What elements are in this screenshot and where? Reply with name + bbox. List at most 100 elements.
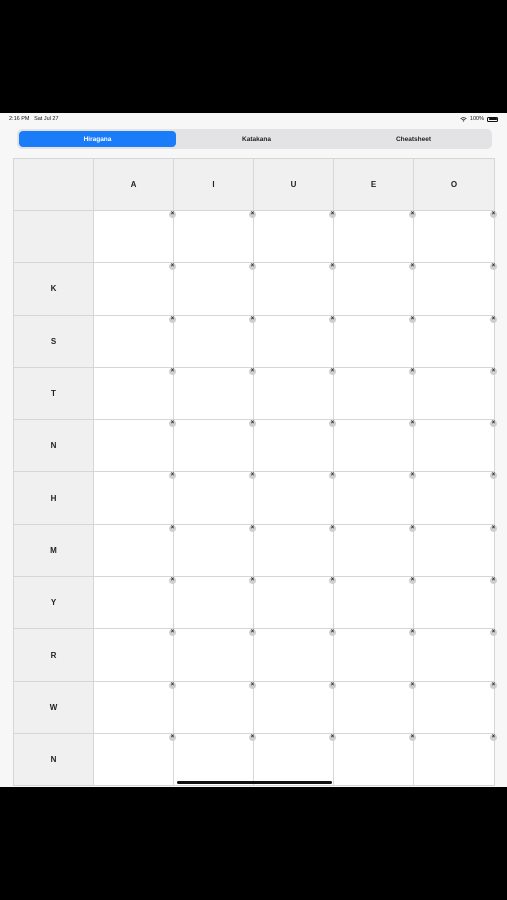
row-label: R	[14, 629, 94, 682]
kana-input-cell[interactable]: ×	[94, 420, 176, 473]
tab-hiragana[interactable]: Hiragana	[19, 131, 176, 147]
clear-icon[interactable]: ×	[490, 367, 497, 375]
kana-input-cell[interactable]: ×	[334, 733, 416, 787]
kana-input-cell[interactable]: ×	[254, 263, 336, 316]
kana-input-cell[interactable]: ×	[254, 315, 336, 368]
kana-input-cell[interactable]: ×	[334, 315, 416, 368]
kana-input-cell[interactable]: ×	[334, 681, 416, 734]
clear-icon[interactable]: ×	[249, 681, 256, 689]
kana-input-cell[interactable]: ×	[94, 263, 176, 316]
kana-input-cell[interactable]: ×	[334, 629, 416, 682]
kana-input-cell[interactable]: ×	[94, 524, 176, 578]
clear-icon[interactable]: ×	[409, 524, 416, 532]
kana-input-cell[interactable]: ×	[94, 211, 176, 264]
tab-katakana[interactable]: Katakana	[178, 129, 335, 149]
kana-input-cell[interactable]: ×	[254, 577, 336, 630]
kana-input-cell[interactable]: ×	[254, 733, 336, 787]
clear-icon[interactable]: ×	[490, 420, 497, 428]
clear-icon[interactable]: ×	[409, 367, 416, 375]
clear-icon[interactable]: ×	[490, 472, 497, 480]
clear-icon[interactable]: ×	[329, 367, 336, 375]
kana-input-cell[interactable]: ×	[254, 472, 336, 525]
kana-input-cell[interactable]: ×	[94, 315, 176, 368]
clear-icon[interactable]: ×	[329, 524, 336, 532]
kana-input-cell[interactable]: ×	[94, 367, 176, 421]
kana-input-cell[interactable]: ×	[94, 577, 176, 630]
clear-icon[interactable]: ×	[169, 367, 176, 375]
clear-icon[interactable]: ×	[409, 681, 416, 689]
kana-input-cell[interactable]: ×	[174, 315, 256, 368]
clear-icon[interactable]: ×	[409, 315, 416, 323]
kana-input-cell[interactable]: ×	[254, 367, 336, 421]
kana-input-cell[interactable]: ×	[254, 681, 336, 734]
kana-input-cell[interactable]: ×	[174, 524, 256, 578]
clear-icon[interactable]: ×	[409, 211, 416, 218]
clear-icon[interactable]: ×	[249, 367, 256, 375]
clear-icon[interactable]: ×	[490, 577, 497, 585]
kana-input-cell[interactable]: ×	[174, 211, 256, 264]
clear-icon[interactable]: ×	[249, 733, 256, 741]
header-row: AIUEO	[14, 159, 495, 211]
kana-input-cell[interactable]: ×	[94, 472, 176, 525]
kana-input-cell[interactable]: ×	[334, 263, 416, 316]
kana-input-cell[interactable]: ×	[94, 733, 176, 787]
clear-icon[interactable]: ×	[329, 211, 336, 218]
clear-icon[interactable]: ×	[249, 315, 256, 323]
kana-input-cell[interactable]: ×	[414, 524, 497, 578]
kana-input-cell[interactable]: ×	[414, 629, 497, 682]
table-row: K × × × × ×	[14, 263, 497, 316]
kana-input-cell[interactable]: ×	[254, 211, 336, 264]
clear-icon[interactable]: ×	[169, 211, 176, 218]
kana-input-cell[interactable]: ×	[414, 263, 497, 316]
kana-input-cell[interactable]: ×	[174, 577, 256, 630]
kana-input-cell[interactable]: ×	[334, 367, 416, 421]
clear-icon[interactable]: ×	[169, 315, 176, 323]
clear-icon[interactable]: ×	[169, 733, 176, 741]
tab-cheatsheet[interactable]: Cheatsheet	[335, 129, 492, 149]
kana-input-cell[interactable]: ×	[174, 263, 256, 316]
kana-input-cell[interactable]: ×	[414, 577, 497, 630]
kana-input-cell[interactable]: ×	[254, 420, 336, 473]
clear-icon[interactable]: ×	[249, 524, 256, 532]
kana-input-cell[interactable]: ×	[94, 629, 176, 682]
kana-input-cell[interactable]: ×	[414, 315, 497, 368]
kana-input-cell[interactable]: ×	[174, 472, 256, 525]
kana-input-cell[interactable]: ×	[254, 629, 336, 682]
kana-input-cell[interactable]: ×	[174, 681, 256, 734]
clear-icon[interactable]: ×	[329, 681, 336, 689]
clear-icon[interactable]: ×	[329, 315, 336, 323]
clear-icon[interactable]: ×	[169, 524, 176, 532]
kana-input-cell[interactable]: ×	[254, 524, 336, 578]
kana-input-cell[interactable]: ×	[334, 420, 416, 473]
clear-icon[interactable]: ×	[490, 681, 497, 689]
kana-input-cell[interactable]: ×	[94, 681, 176, 734]
clear-icon[interactable]: ×	[490, 315, 497, 323]
table-row: × × × × ×	[14, 211, 497, 264]
kana-input-cell[interactable]: ×	[334, 524, 416, 578]
table-row: N × × × × ×	[14, 733, 497, 787]
clear-icon[interactable]: ×	[409, 733, 416, 741]
clear-icon[interactable]: ×	[490, 263, 497, 271]
kana-input-cell[interactable]: ×	[174, 733, 256, 787]
clear-icon[interactable]: ×	[249, 211, 256, 218]
kana-input-cell[interactable]: ×	[414, 420, 497, 473]
kana-input-cell[interactable]: ×	[414, 681, 497, 734]
kana-input-cell[interactable]: ×	[174, 629, 256, 682]
clear-icon[interactable]: ×	[329, 733, 336, 741]
table-row: H × × × × ×	[14, 472, 497, 525]
clear-icon[interactable]: ×	[490, 733, 497, 741]
clear-icon[interactable]: ×	[490, 524, 497, 532]
kana-input-cell[interactable]: ×	[334, 211, 416, 264]
kana-input-cell[interactable]: ×	[414, 472, 497, 525]
clear-icon[interactable]: ×	[169, 681, 176, 689]
kana-input-cell[interactable]: ×	[334, 472, 416, 525]
table-row: R × × × × ×	[14, 629, 497, 682]
clear-icon[interactable]: ×	[490, 211, 497, 218]
kana-input-cell[interactable]: ×	[414, 733, 497, 787]
kana-input-cell[interactable]: ×	[334, 577, 416, 630]
kana-input-cell[interactable]: ×	[174, 367, 256, 421]
kana-input-cell[interactable]: ×	[174, 420, 256, 473]
clear-icon[interactable]: ×	[490, 629, 497, 637]
kana-input-cell[interactable]: ×	[414, 211, 497, 264]
kana-input-cell[interactable]: ×	[414, 367, 497, 421]
